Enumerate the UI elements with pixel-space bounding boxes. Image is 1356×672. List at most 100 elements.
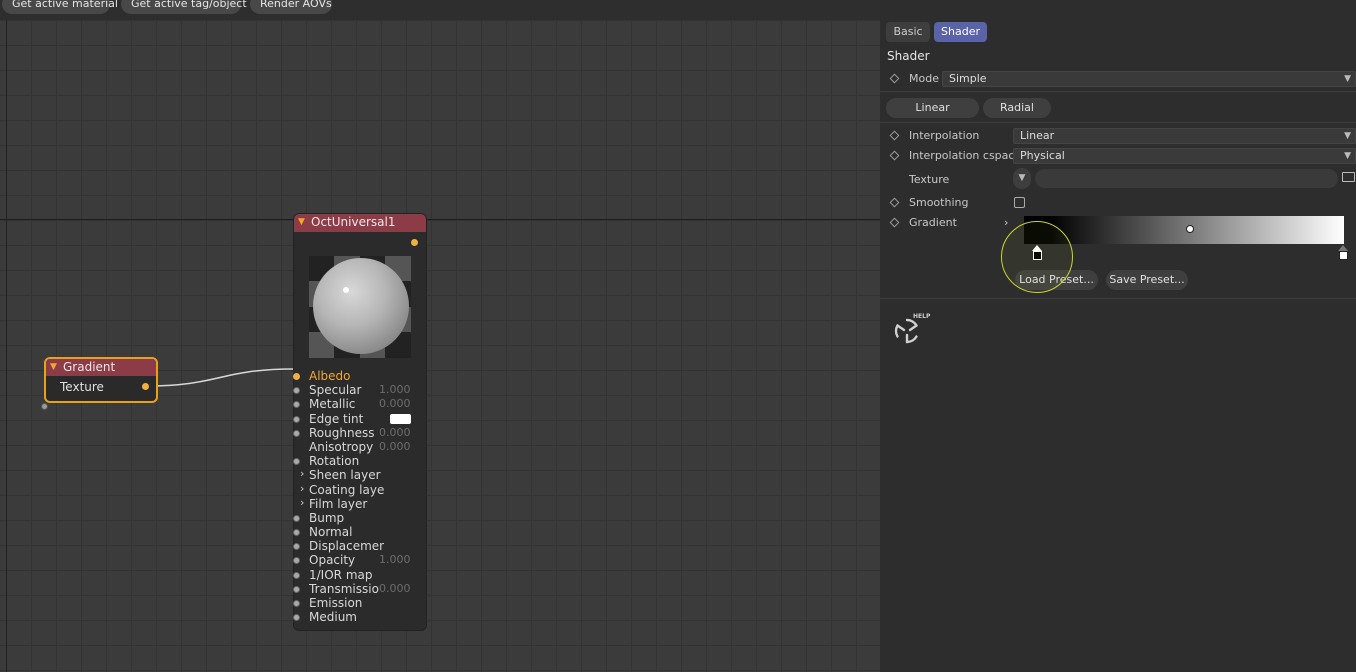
interpolation-keyframe-icon[interactable] — [889, 130, 900, 141]
pin-value[interactable]: 0.000 — [379, 582, 411, 596]
pin-row[interactable]: Medium — [293, 610, 428, 625]
cursor-highlight — [1001, 221, 1073, 293]
gradient-node-header[interactable]: ▼ Gradient — [46, 359, 156, 376]
linear-button[interactable]: Linear — [886, 98, 979, 118]
pin-value[interactable]: 1.000 — [379, 383, 411, 397]
pin-row[interactable]: › Sheen layer — [294, 467, 428, 483]
cspace-label: Interpolation cspace — [909, 149, 1022, 162]
pin-input-port[interactable] — [293, 429, 300, 437]
chevron-right-icon[interactable]: › — [1004, 216, 1008, 229]
interpolation-label: Interpolation — [909, 129, 980, 142]
pin-row[interactable]: Specular 1.000 — [293, 383, 428, 397]
folder-icon[interactable] — [1342, 172, 1355, 182]
attribute-panel: Basic Shader Shader Mode Simple ▼ Linear … — [880, 0, 1356, 672]
pin-row[interactable]: Opacity 1.000 — [293, 553, 428, 568]
gradient-texture-input-port[interactable] — [41, 403, 48, 410]
pin-input-port[interactable] — [293, 585, 300, 593]
pin-value[interactable]: 1.000 — [379, 553, 411, 567]
texture-menu-button[interactable]: ▼ — [1013, 168, 1031, 189]
pin-label: Transmissio — [309, 581, 379, 596]
pin-list: Albedo Specular 1.000 Metallic 0.000 Edge tin… — [293, 369, 428, 625]
cspace-dropdown[interactable]: Physical ▼ — [1013, 148, 1356, 164]
pin-input-port[interactable] — [293, 415, 300, 423]
pin-row[interactable]: Rotation — [293, 454, 428, 468]
chevron-right-icon[interactable]: › — [300, 496, 304, 510]
gradient-label: Gradient — [909, 216, 957, 229]
mode-label: Mode — [909, 72, 939, 85]
gradient-node[interactable]: ▼ Gradient Texture — [44, 357, 158, 403]
texture-field[interactable] — [1035, 169, 1338, 188]
save-preset-button[interactable]: Save Preset... — [1106, 270, 1188, 290]
pin-input-port[interactable] — [293, 401, 300, 409]
pin-row[interactable]: Bump — [293, 510, 428, 525]
material-preview — [309, 256, 411, 358]
octuniversal-node-header[interactable]: ▼ OctUniversal1 — [294, 214, 426, 232]
pin-input-port[interactable] — [293, 514, 300, 522]
get-active-material-button[interactable]: Get active material — [2, 0, 118, 14]
pin-label: Sheen layer — [309, 468, 381, 483]
pin-input-port[interactable] — [293, 529, 300, 537]
pin-label: Bump — [309, 510, 345, 525]
gradient-keyframe-icon[interactable] — [889, 217, 900, 228]
interpolation-dropdown[interactable]: Linear ▼ — [1013, 128, 1356, 144]
pin-row[interactable]: Normal — [293, 525, 428, 540]
pin-label: Medium — [309, 610, 357, 625]
pin-label: Displacement — [309, 539, 384, 554]
pin-row[interactable]: › Film layer — [294, 496, 428, 511]
get-active-tag-button[interactable]: Get active tag/object — [121, 0, 247, 14]
pin-label: Normal — [309, 525, 353, 540]
collapse-triangle-icon[interactable]: ▼ — [50, 362, 57, 372]
pin-label: Opacity — [309, 553, 356, 568]
pin-row[interactable]: Roughness 0.000 — [293, 425, 428, 440]
pin-row[interactable]: Albedo — [293, 369, 428, 383]
pin-row[interactable]: Metallic 0.000 — [293, 397, 428, 411]
pin-input-port[interactable] — [293, 387, 300, 395]
pin-input-port[interactable] — [293, 571, 300, 579]
tab-basic[interactable]: Basic — [886, 22, 930, 42]
pin-label: Edge tint — [309, 411, 364, 426]
node-editor[interactable] — [0, 20, 880, 672]
pin-input-port[interactable] — [293, 373, 300, 380]
collapse-triangle-icon[interactable]: ▼ — [298, 217, 305, 227]
pin-value[interactable]: 0.000 — [379, 440, 411, 454]
pin-row[interactable]: Transmissio 0.000 — [293, 581, 428, 596]
chevron-right-icon[interactable]: › — [300, 467, 304, 481]
pin-label: Roughness — [309, 425, 375, 440]
pin-input-port[interactable] — [293, 458, 300, 466]
cspace-keyframe-icon[interactable] — [889, 150, 900, 161]
octuniversal-node[interactable]: ▼ OctUniversal1 Albedo Specular 1.000 Metal… — [293, 213, 427, 631]
pin-input-port[interactable] — [293, 600, 300, 607]
pin-value[interactable]: 0.000 — [379, 397, 411, 411]
chevron-down-icon: ▼ — [1344, 151, 1351, 161]
octuniversal-output-port[interactable] — [411, 239, 418, 246]
gradient-bar[interactable] — [1024, 216, 1344, 244]
radial-button[interactable]: Radial — [983, 98, 1051, 118]
pin-row[interactable]: 1/IOR map — [293, 568, 428, 582]
octane-help-icon[interactable]: HELP — [892, 312, 932, 348]
pin-input-port[interactable] — [293, 614, 300, 622]
pin-row[interactable]: Anisotropy 0.000 — [294, 440, 428, 454]
pin-label: Coating layer — [309, 482, 384, 497]
mode-keyframe-icon[interactable] — [889, 73, 900, 84]
pin-row[interactable]: Displacement — [293, 539, 428, 554]
pin-row[interactable]: Emission — [293, 596, 428, 610]
chevron-right-icon[interactable]: › — [300, 482, 304, 496]
texture-input-label: Texture — [60, 380, 104, 394]
separator — [880, 298, 1356, 299]
pin-input-port[interactable] — [293, 557, 300, 565]
pin-row[interactable]: Edge tint — [293, 411, 428, 426]
color-swatch[interactable] — [390, 413, 411, 424]
top-toolbar: Get active material Get active tag/objec… — [0, 0, 880, 20]
gradient-output-port[interactable] — [142, 383, 149, 390]
smoothing-checkbox[interactable] — [1014, 197, 1025, 208]
render-aovs-button[interactable]: Render AOVs — [250, 0, 332, 14]
smoothing-keyframe-icon[interactable] — [889, 197, 900, 208]
tab-shader[interactable]: Shader — [934, 22, 987, 42]
gradient-midpoint-handle[interactable] — [1186, 225, 1194, 233]
mode-dropdown[interactable]: Simple ▼ — [942, 71, 1356, 87]
pin-value[interactable]: 0.000 — [379, 426, 411, 440]
pin-label: Anisotropy — [309, 439, 374, 454]
pin-row[interactable]: › Coating layer — [294, 482, 428, 497]
gradient-knot-white[interactable] — [1339, 251, 1348, 260]
pin-input-port[interactable] — [293, 543, 300, 551]
